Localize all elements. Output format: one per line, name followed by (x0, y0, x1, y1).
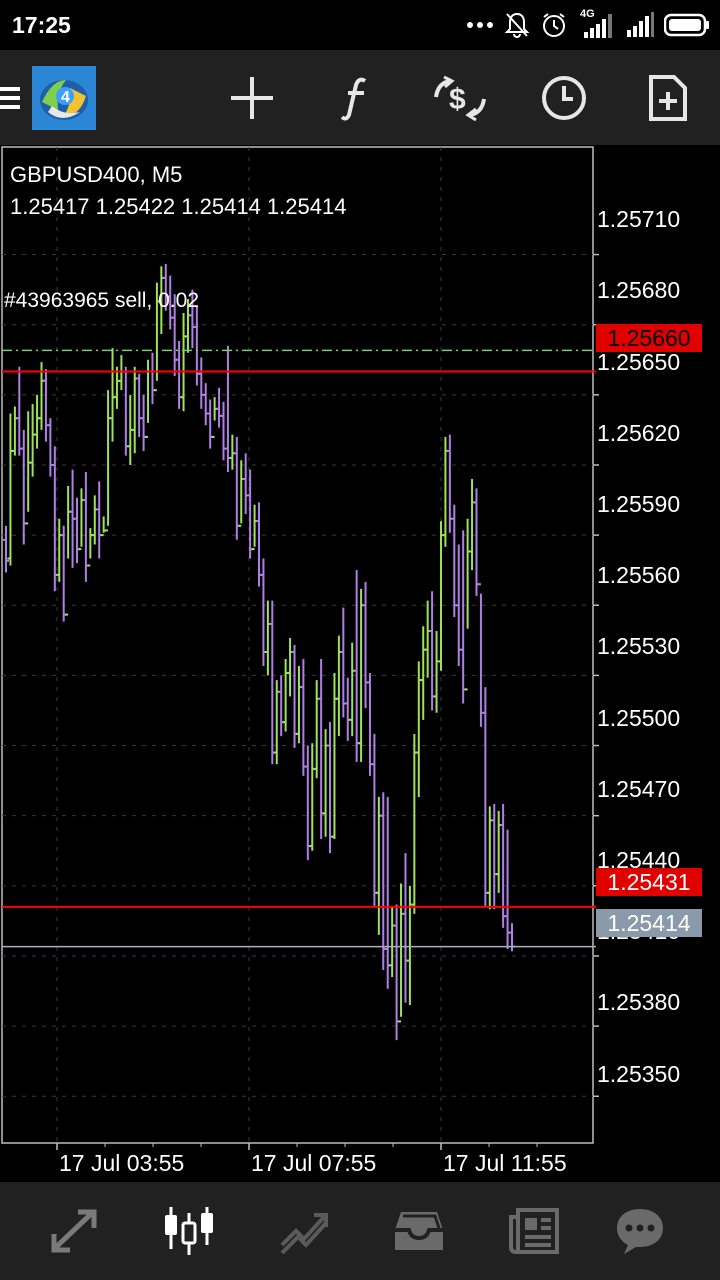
new-order-button[interactable] (638, 50, 698, 145)
alarm-icon (540, 11, 568, 39)
price-axis-label: 1.25560 (597, 562, 681, 588)
status-icons: 4G (466, 8, 710, 42)
metatrader-logo: 4 (32, 65, 96, 130)
new-order-icon (648, 74, 688, 122)
battery-icon (664, 13, 710, 37)
quotes-icon (48, 1207, 100, 1255)
metatrader-logo-button[interactable]: 4 (32, 50, 96, 145)
chart-area[interactable]: GBPUSD400, M5 1.25417 1.25422 1.25414 1.… (0, 145, 720, 1180)
history-icon (393, 1208, 445, 1254)
status-bar: 17:25 4G (0, 0, 720, 50)
more-dots-icon (466, 20, 494, 30)
price-axis-label: 1.25530 (597, 633, 681, 659)
level-high-tag[interactable]: 1.25660 (596, 324, 702, 352)
signal-icon (626, 12, 654, 38)
symbol-label: GBPUSD400, M5 (10, 162, 183, 187)
nav-news[interactable] (484, 1182, 584, 1280)
nav-history[interactable] (369, 1182, 469, 1280)
nav-chat[interactable] (590, 1182, 690, 1280)
top-toolbar: 4 $ (0, 50, 720, 145)
price-axis-label: 1.25710 (597, 206, 681, 232)
trade-icon: $ (432, 75, 488, 121)
svg-text:$: $ (449, 83, 466, 116)
signal-4g-icon: 4G (578, 8, 616, 40)
trade-button[interactable]: $ (428, 50, 492, 145)
functions-icon (341, 75, 371, 121)
timeframe-clock-icon (540, 74, 588, 122)
nav-chart[interactable] (139, 1182, 239, 1280)
status-time: 17:25 (12, 12, 71, 38)
time-axis-label: 17 Jul 07:55 (251, 1150, 377, 1176)
current-price-tag: 1.25414 (596, 909, 702, 937)
price-axis-label: 1.25680 (597, 277, 681, 303)
news-icon (508, 1207, 560, 1255)
nav-quotes[interactable] (24, 1182, 124, 1280)
bottom-nav (0, 1182, 720, 1280)
price-axis-label: 1.25350 (597, 1061, 681, 1087)
price-axis-label: 1.25650 (597, 349, 681, 375)
menu-icon (0, 83, 22, 113)
nav-trade[interactable] (254, 1182, 354, 1280)
order-label[interactable]: #43963965 sell, 0.02 (4, 289, 199, 313)
svg-text:4: 4 (61, 89, 70, 106)
trade-chart-icon (278, 1207, 330, 1255)
price-axis-label: 1.25620 (597, 420, 681, 446)
price-axis-label: 1.25470 (597, 776, 681, 802)
mute-bell-icon (504, 11, 530, 39)
level-low-tag[interactable]: 1.25431 (596, 868, 702, 896)
ohlc-label: 1.25417 1.25422 1.25414 1.25414 (10, 194, 347, 219)
time-axis-label: 17 Jul 11:55 (443, 1150, 567, 1176)
price-axis-label: 1.25380 (597, 989, 681, 1015)
chart-icon (162, 1205, 216, 1257)
time-axis-label: 17 Jul 03:55 (59, 1150, 185, 1176)
crosshair-icon (229, 75, 275, 121)
chat-icon (614, 1206, 666, 1256)
crosshair-button[interactable] (222, 50, 282, 145)
functions-button[interactable] (326, 50, 386, 145)
price-axis-label: 1.25500 (597, 705, 681, 731)
timeframe-button[interactable] (534, 50, 594, 145)
menu-button[interactable] (0, 50, 22, 145)
price-axis-label: 1.25590 (597, 491, 681, 517)
